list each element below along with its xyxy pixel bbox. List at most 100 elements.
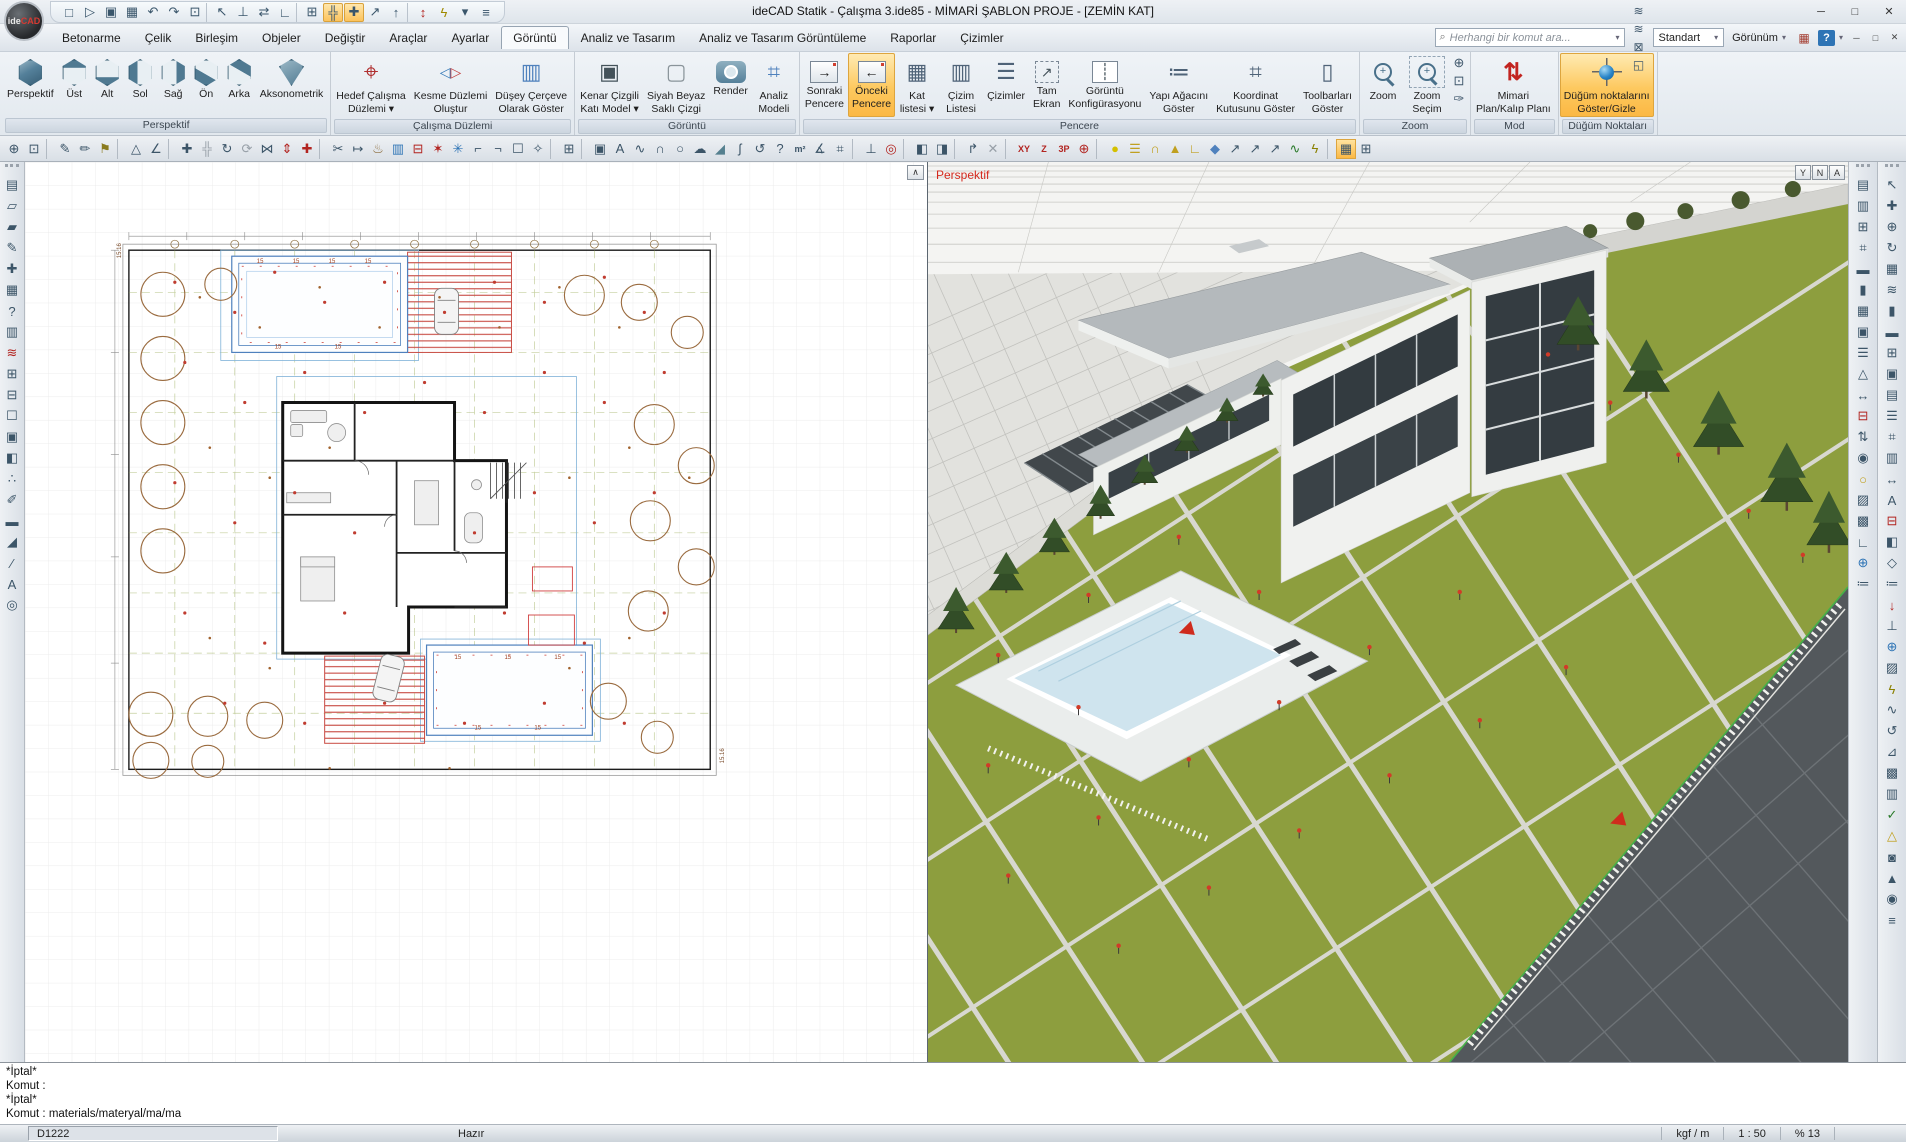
ribbon-button[interactable]: Hedef Çalışma Düzlemi ▾ xyxy=(332,53,409,117)
ribbon-button[interactable]: Zoom xyxy=(1361,53,1405,117)
load-icon[interactable]: ↓ xyxy=(1882,595,1903,615)
select-tool-icon[interactable]: ↖ xyxy=(1882,175,1903,195)
toolbar-grip[interactable] xyxy=(5,164,19,172)
pan-icon[interactable]: ✑ xyxy=(1450,90,1468,107)
table-active-icon[interactable]: ▦ xyxy=(1336,139,1356,159)
menu-tab[interactable]: Ayarlar xyxy=(439,26,501,49)
ribbon-button[interactable]: Kesme Düzlemi Oluştur xyxy=(410,53,492,117)
menu-tab[interactable]: Raporlar xyxy=(878,26,948,49)
sketch-pen-icon[interactable]: ✎ xyxy=(55,139,75,159)
ribbon-button[interactable]: Çizim Listesi xyxy=(939,53,983,117)
copy-icon[interactable]: ⊞ xyxy=(2,364,23,384)
check-icon[interactable]: ✓ xyxy=(1882,805,1903,825)
layer-manager-icon[interactable]: ▥ xyxy=(1853,196,1874,216)
stairs-icon[interactable]: ☰ xyxy=(1125,139,1145,159)
command-console[interactable]: *İptal*Komut :*İptal*Komut : materials/m… xyxy=(0,1062,1906,1124)
zoom-window-icon[interactable]: ⊡ xyxy=(1450,72,1468,89)
app-logo-button[interactable]: ideCAD xyxy=(4,1,44,41)
render-config-icon[interactable]: ▦ xyxy=(1794,29,1814,47)
note-flag-icon[interactable]: ⚑ xyxy=(95,139,115,159)
marquee-icon[interactable]: ☐ xyxy=(2,406,23,426)
dim-tool-icon[interactable]: ↔ xyxy=(1853,385,1874,405)
dome-icon[interactable]: ∩ xyxy=(1145,139,1165,159)
find-icon[interactable]: ◎ xyxy=(2,595,23,615)
close-view-icon[interactable]: ⊠ xyxy=(1629,38,1649,56)
ribbon-button[interactable]: Sol xyxy=(124,53,157,116)
chamfer-icon[interactable]: ¬ xyxy=(488,139,508,159)
tile-window-icon[interactable]: ◨ xyxy=(932,139,952,159)
view-strip-icon[interactable]: ▬ xyxy=(2,511,23,531)
node-tool-icon[interactable]: ⊕ xyxy=(1853,553,1874,573)
floor-down-icon[interactable]: ≋ xyxy=(1629,20,1649,38)
ucs-icon[interactable]: ↱ xyxy=(963,139,983,159)
ribbon-button[interactable]: Sonraki Pencere xyxy=(801,53,848,117)
pan-tool-icon[interactable]: ✚ xyxy=(1882,196,1903,216)
ribbon-button[interactable]: Düşey Çerçeve Olarak Göster xyxy=(491,53,571,117)
axis-tool-icon[interactable]: ⌗ xyxy=(1853,238,1874,258)
level-icon[interactable]: ⊥ xyxy=(861,139,881,159)
layout-select[interactable]: Standart ▾ xyxy=(1653,28,1725,47)
grid-settings-icon[interactable]: ⊞ xyxy=(1853,217,1874,237)
table-icon[interactable]: ⊞ xyxy=(1356,139,1376,159)
ribbon-button[interactable]: Arka xyxy=(223,53,256,116)
mesh-icon[interactable]: ▨ xyxy=(1882,658,1903,678)
circle-icon[interactable]: ○ xyxy=(670,139,690,159)
plan-viewport[interactable]: ∧ xyxy=(25,162,928,1062)
arc-icon[interactable]: ∩ xyxy=(650,139,670,159)
arrange-icon[interactable]: ◧ xyxy=(2,448,23,468)
object-lib-icon[interactable]: ◇ xyxy=(1882,553,1903,573)
add-node-icon[interactable]: ✚ xyxy=(2,259,23,279)
ribbon-button[interactable]: Kenar Çizgili Katı Model ▾ xyxy=(576,53,643,117)
rotate-3d-icon[interactable]: ⟳ xyxy=(237,139,257,159)
coord-origin-icon[interactable]: ⊕ xyxy=(1074,139,1094,159)
columns-icon[interactable]: ▮ xyxy=(1882,301,1903,321)
compass-icon[interactable]: △ xyxy=(126,139,146,159)
menu-tab[interactable]: Araçlar xyxy=(377,26,439,49)
ribbon-button[interactable]: Render xyxy=(709,53,751,117)
render-tool-icon[interactable]: ▩ xyxy=(1853,511,1874,531)
trim-icon[interactable]: ✂ xyxy=(328,139,348,159)
ribbon-button[interactable]: Ön xyxy=(190,53,223,116)
angle-measure-icon[interactable]: ∡ xyxy=(810,139,830,159)
stairs2-icon[interactable]: ☰ xyxy=(1882,406,1903,426)
ribbon-button[interactable]: Yapı Ağacını Göster xyxy=(1145,53,1212,117)
opts-icon[interactable]: ≡ xyxy=(1882,910,1903,930)
form-editor-icon[interactable]: ▤ xyxy=(2,175,23,195)
snap-intersect-icon[interactable]: ✳ xyxy=(448,139,468,159)
mirror-icon[interactable]: ⋈ xyxy=(257,139,277,159)
coord-3p-icon[interactable]: 3P xyxy=(1054,139,1074,159)
slabs-icon[interactable]: ⊞ xyxy=(1882,343,1903,363)
settings-tool-icon[interactable]: ≔ xyxy=(1853,574,1874,594)
menu-tab[interactable]: Betonarme xyxy=(50,26,133,49)
status-segment[interactable]: kgf / m xyxy=(1661,1127,1723,1140)
graph-1-icon[interactable]: ↗ xyxy=(1225,139,1245,159)
column-tool-icon[interactable]: ▮ xyxy=(1853,280,1874,300)
menu-tab[interactable]: Değiştir xyxy=(313,26,378,49)
spline-icon[interactable]: ʃ xyxy=(730,139,750,159)
search-dropdown-icon[interactable]: ▾ xyxy=(1615,33,1619,42)
views-icon[interactable]: ▦ xyxy=(1882,259,1903,279)
render-canvas[interactable] xyxy=(928,162,1848,1062)
node2-icon[interactable]: ⊕ xyxy=(1882,637,1903,657)
floor-up-icon[interactable]: ≋ xyxy=(1629,2,1649,20)
help-dropdown-icon[interactable]: ▾ xyxy=(1839,33,1843,42)
pin2-icon[interactable]: ▲ xyxy=(1882,868,1903,888)
detail-icon[interactable]: ◧ xyxy=(1882,532,1903,552)
cam2-icon[interactable]: ◉ xyxy=(1882,889,1903,909)
plan-canvas[interactable]: 15.16 15.16 xyxy=(25,162,927,1062)
beams-icon[interactable]: ▬ xyxy=(1882,322,1903,342)
area-icon[interactable]: m² xyxy=(790,139,810,159)
perspective-viewport[interactable]: Perspektif YNA xyxy=(928,162,1848,1062)
text-icon[interactable]: A xyxy=(610,139,630,159)
report2-icon[interactable]: ▥ xyxy=(1882,784,1903,804)
camera-tool-icon[interactable]: ◉ xyxy=(1853,448,1874,468)
menu-tab[interactable]: Birleşim xyxy=(183,26,250,49)
stress-icon[interactable]: ▩ xyxy=(1882,763,1903,783)
stair-tool-icon[interactable]: ☰ xyxy=(1853,343,1874,363)
orbit-tool-icon[interactable]: ↻ xyxy=(1882,238,1903,258)
group-icon[interactable]: ▣ xyxy=(2,427,23,447)
select-box-icon[interactable]: ☐ xyxy=(508,139,528,159)
ribbon-button[interactable]: Aksonometrik xyxy=(256,53,328,116)
ribbon-button[interactable]: Koordinat Kutusunu Göster xyxy=(1212,53,1299,117)
points-icon[interactable]: ∴ xyxy=(2,469,23,489)
